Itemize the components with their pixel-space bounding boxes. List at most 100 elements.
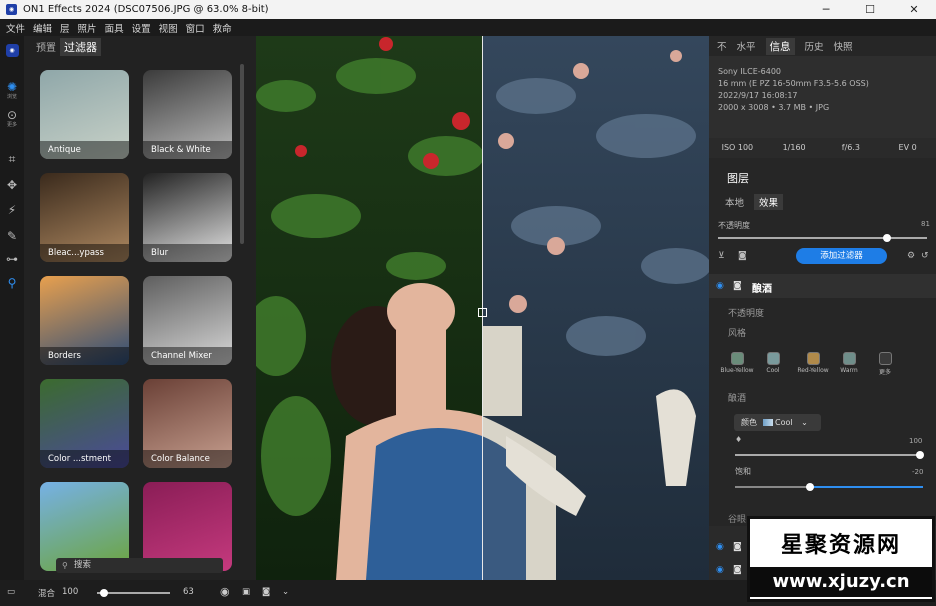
menu-photo[interactable]: 照片: [78, 21, 97, 35]
tab-level[interactable]: 水平: [737, 39, 756, 53]
window-title: ON1 Effects 2024 (DSC07506.JPG @ 63.0% 8…: [23, 4, 269, 15]
menu-view[interactable]: 视图: [159, 21, 178, 35]
menu-file[interactable]: 文件: [6, 21, 25, 35]
color-select-value: Cool: [775, 418, 793, 427]
more-tool[interactable]: ⊙ 更多: [2, 108, 22, 128]
style-preset[interactable]: Blue-Yellow: [717, 352, 757, 374]
tab-local[interactable]: 本地: [723, 194, 746, 210]
saturation-value: -20: [912, 468, 924, 476]
layer2-toggle-icon[interactable]: ◉: [716, 542, 724, 552]
lens-info: 16 mm (E PZ 16-50mm F3.5-5.6 OSS): [718, 79, 869, 88]
filter-thumbnail[interactable]: Black & White: [143, 70, 232, 159]
retouch-icon[interactable]: ⊶: [2, 252, 22, 266]
title-bar: ◉ ON1 Effects 2024 (DSC07506.JPG @ 63.0%…: [0, 0, 936, 19]
saturation-label: 饱和: [735, 467, 751, 476]
color-select[interactable]: 颜色 Cool ⌄: [734, 414, 821, 431]
amount-slider[interactable]: [735, 454, 920, 456]
import-icon[interactable]: ⊻: [718, 251, 725, 261]
close-button[interactable]: ✕: [892, 0, 936, 19]
filter-thumbnail-label: Channel Mixer: [143, 347, 232, 365]
filter-thumbnail[interactable]: Color ...stment: [40, 379, 129, 468]
style-preset[interactable]: 更多: [865, 352, 905, 376]
search-input[interactable]: ⚲ 搜索: [56, 558, 223, 573]
compare-icon[interactable]: ◙: [262, 587, 270, 597]
tab-effects[interactable]: 效果: [754, 194, 784, 210]
effect-mask-icon[interactable]: ◙: [733, 281, 742, 291]
layers-title[interactable]: 图层: [727, 170, 749, 186]
style-preset[interactable]: Warm: [829, 352, 869, 374]
chevron-down-icon: ⌄: [801, 418, 808, 427]
layer-opacity-slider[interactable]: [718, 237, 927, 239]
tab-history[interactable]: 历史: [805, 39, 824, 53]
saturation-slider[interactable]: [735, 486, 923, 488]
menu-layer[interactable]: 层: [60, 21, 70, 35]
menu-bar: 文件 编辑 层 照片 面具 设置 视图 窗口 救命: [0, 19, 936, 36]
menu-window[interactable]: 窗口: [186, 21, 205, 35]
amount-value: 100: [909, 437, 923, 445]
filter-thumbnail[interactable]: Bleac...ypass: [40, 173, 129, 262]
layer3-toggle-icon[interactable]: ◉: [716, 565, 724, 575]
filter-thumbnail-label: Color Balance: [143, 450, 232, 468]
tab-info[interactable]: 信息: [765, 37, 795, 55]
style-swatch: [730, 352, 744, 365]
layer-opacity-label: 不透明度: [718, 221, 750, 230]
tab-filters[interactable]: 过滤器: [60, 38, 101, 56]
preview-a-icon[interactable]: ▣: [242, 587, 250, 597]
reset-icon[interactable]: ↺: [921, 251, 929, 261]
app-logo-icon: ◉: [6, 4, 17, 15]
style-preset[interactable]: Cool: [753, 352, 793, 374]
watermark-line2: www.xjuzy.cn: [750, 567, 932, 597]
filter-thumbnail[interactable]: Antique: [40, 70, 129, 159]
browse-icon: ✺: [6, 80, 18, 94]
panel-toggle-icon[interactable]: ▭: [7, 587, 15, 597]
menu-edit[interactable]: 编辑: [33, 21, 52, 35]
maximize-button[interactable]: ☐: [848, 0, 892, 19]
mask-icon[interactable]: ◙: [738, 251, 747, 261]
divider-handle[interactable]: [478, 308, 487, 317]
mix-value[interactable]: 100: [62, 587, 78, 597]
brush-icon[interactable]: ✎: [2, 229, 22, 243]
filter-browser-panel: 预置 过滤器 Antique Black & White Bleac...ypass…: [24, 36, 256, 580]
browser-scrollbar[interactable]: [240, 64, 244, 244]
app-badge-icon: ◉: [2, 41, 22, 57]
capture-datetime: 2022/9/17 16:08:17: [718, 91, 798, 100]
magic-brush-icon[interactable]: ⚡: [2, 203, 22, 217]
tab-navigator[interactable]: 不: [717, 39, 727, 53]
style-preset[interactable]: Red-Yellow: [793, 352, 833, 374]
amount-knob[interactable]: [916, 451, 924, 459]
photo-canvas[interactable]: [256, 36, 709, 580]
filter-thumbnail[interactable]: Color Balance: [143, 379, 232, 468]
filter-thumbnail[interactable]: Channel Mixer: [143, 276, 232, 365]
zoom-icon[interactable]: ⚲: [2, 276, 22, 290]
eye-icon[interactable]: ◉: [220, 585, 230, 598]
menu-mask[interactable]: 面具: [105, 21, 124, 35]
style-swatch: [842, 352, 856, 365]
saturation-knob[interactable]: [806, 483, 815, 491]
layer-opacity-value: 81: [921, 220, 930, 228]
aperture-value: f/6.3: [841, 143, 860, 152]
tab-presets[interactable]: 预置: [32, 38, 60, 56]
zoom-value: 63: [183, 587, 194, 597]
watermark-stamp: 星聚资源网 www.xjuzy.cn: [747, 516, 935, 602]
layer-opacity-knob[interactable]: [883, 234, 892, 242]
minimize-button[interactable]: ─: [804, 0, 848, 19]
add-filter-button[interactable]: 添加过滤器: [796, 248, 887, 264]
filter-thumbnail[interactable]: Borders: [40, 276, 129, 365]
layer2-mask-icon[interactable]: ◙: [733, 542, 742, 552]
layer-tabs: 本地 效果: [723, 194, 791, 210]
gear-icon[interactable]: ⚙: [907, 251, 915, 261]
effect-header[interactable]: [709, 274, 936, 298]
compare-dropdown-icon[interactable]: ⌄: [282, 587, 289, 597]
layer3-mask-icon[interactable]: ◙: [733, 565, 742, 575]
menu-settings[interactable]: 设置: [132, 21, 151, 35]
effect-toggle-icon[interactable]: ◉: [716, 281, 724, 291]
color-select-label: 颜色: [741, 418, 757, 427]
browse-tool[interactable]: ✺ 浏览: [2, 80, 22, 100]
info-metadata: Sony ILCE-6400 16 mm (E PZ 16-50mm F3.5-…: [709, 56, 936, 138]
filter-thumbnail[interactable]: Blur: [143, 173, 232, 262]
zoom-knob[interactable]: [100, 589, 109, 597]
menu-help[interactable]: 救命: [213, 21, 232, 35]
crop-icon[interactable]: ⌗: [2, 152, 22, 167]
transform-icon[interactable]: ✥: [2, 178, 22, 192]
tab-snapshots[interactable]: 快照: [834, 39, 853, 53]
